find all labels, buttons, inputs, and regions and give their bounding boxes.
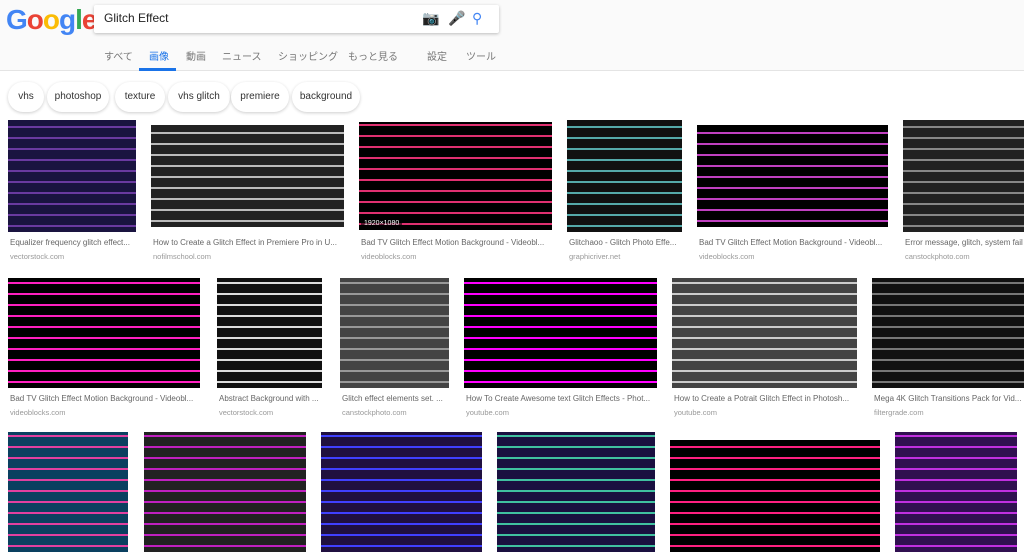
result-caption[interactable]: How To Create Awesome text Glitch Effect…	[466, 394, 667, 403]
tab-6[interactable]: 設定	[427, 48, 447, 63]
resolution-badge: 1920×1080	[361, 219, 403, 228]
result-thumbnail[interactable]	[464, 278, 657, 388]
result-caption[interactable]: Bad TV Glitch Effect Motion Background -…	[699, 238, 898, 247]
result-caption[interactable]: Bad TV Glitch Effect Motion Background -…	[10, 394, 210, 403]
result-thumbnail[interactable]	[697, 125, 888, 227]
result-source: youtube.com	[466, 408, 509, 417]
result-caption[interactable]: Equalizer frequency glitch effect...	[10, 238, 146, 247]
microphone-icon[interactable]: 🎤	[448, 10, 465, 27]
chip-vhs-glitch[interactable]: vhs glitch	[168, 82, 230, 112]
google-logo[interactable]: Google	[6, 4, 97, 36]
result-source: youtube.com	[674, 408, 717, 417]
result-thumbnail[interactable]	[567, 120, 682, 232]
result-thumbnail[interactable]	[895, 432, 1017, 552]
tab-4[interactable]: ショッピング	[278, 48, 338, 63]
chip-vhs[interactable]: vhs	[8, 82, 44, 112]
result-thumbnail[interactable]	[340, 278, 449, 388]
result-thumbnail[interactable]	[321, 432, 482, 552]
result-source: canstockphoto.com	[342, 408, 407, 417]
result-thumbnail[interactable]	[872, 278, 1024, 388]
search-input[interactable]	[104, 11, 404, 25]
tab-1[interactable]: 画像	[149, 48, 169, 63]
result-thumbnail[interactable]	[8, 432, 128, 552]
search-icon[interactable]: ⚲	[472, 10, 482, 27]
search-box: 📷 🎤 ⚲	[94, 5, 499, 33]
result-thumbnail[interactable]	[8, 278, 200, 388]
chip-photoshop[interactable]: photoshop	[47, 82, 109, 112]
active-tab-indicator	[139, 68, 176, 71]
tab-7[interactable]: ツール	[466, 48, 496, 63]
result-caption[interactable]: Glitch effect elements set. ...	[342, 394, 459, 403]
result-caption[interactable]: Bad TV Glitch Effect Motion Background -…	[361, 238, 562, 247]
result-caption[interactable]: Glitchaoo - Glitch Photo Effe...	[569, 238, 692, 247]
result-thumbnail[interactable]	[903, 120, 1024, 232]
result-caption[interactable]: How to Create a Potrait Glitch Effect in…	[674, 394, 867, 403]
header: Google 📷 🎤 ⚲ すべて 画像 動画 ニュース ショッピングもっと見る 設定 ツール	[0, 0, 1024, 71]
result-thumbnail[interactable]	[144, 432, 306, 552]
result-caption[interactable]: Abstract Background with ...	[219, 394, 332, 403]
result-thumbnail[interactable]: 1920×1080	[359, 122, 552, 230]
chip-background[interactable]: background	[292, 82, 360, 112]
result-source: videoblocks.com	[699, 252, 755, 261]
result-source: graphicriver.net	[569, 252, 621, 261]
result-caption[interactable]: How to Create a Glitch Effect in Premier…	[153, 238, 354, 247]
chip-premiere[interactable]: premiere	[231, 82, 289, 112]
tab-2[interactable]: 動画	[186, 48, 206, 63]
chip-texture[interactable]: texture	[115, 82, 165, 112]
result-thumbnail[interactable]	[8, 120, 136, 232]
result-source: canstockphoto.com	[905, 252, 970, 261]
result-thumbnail[interactable]	[217, 278, 322, 388]
result-source: filtergrade.com	[874, 408, 924, 417]
result-source: vectorstock.com	[10, 252, 65, 261]
result-thumbnail[interactable]	[497, 432, 655, 552]
result-caption[interactable]: Error message, glitch, system fail	[905, 238, 1024, 247]
result-source: nofilmschool.com	[153, 252, 211, 261]
tab-0[interactable]: すべて	[104, 48, 133, 63]
tab-3[interactable]: ニュース	[222, 48, 262, 63]
result-source: videoblocks.com	[361, 252, 417, 261]
tab-5[interactable]: もっと見る	[348, 48, 398, 63]
result-source: videoblocks.com	[10, 408, 66, 417]
result-source: vectorstock.com	[219, 408, 274, 417]
result-thumbnail[interactable]	[672, 278, 857, 388]
result-thumbnail[interactable]	[151, 125, 344, 227]
result-thumbnail[interactable]	[670, 440, 880, 552]
result-caption[interactable]: Mega 4K Glitch Transitions Pack for Vid.…	[874, 394, 1024, 403]
camera-icon[interactable]: 📷	[422, 10, 439, 27]
